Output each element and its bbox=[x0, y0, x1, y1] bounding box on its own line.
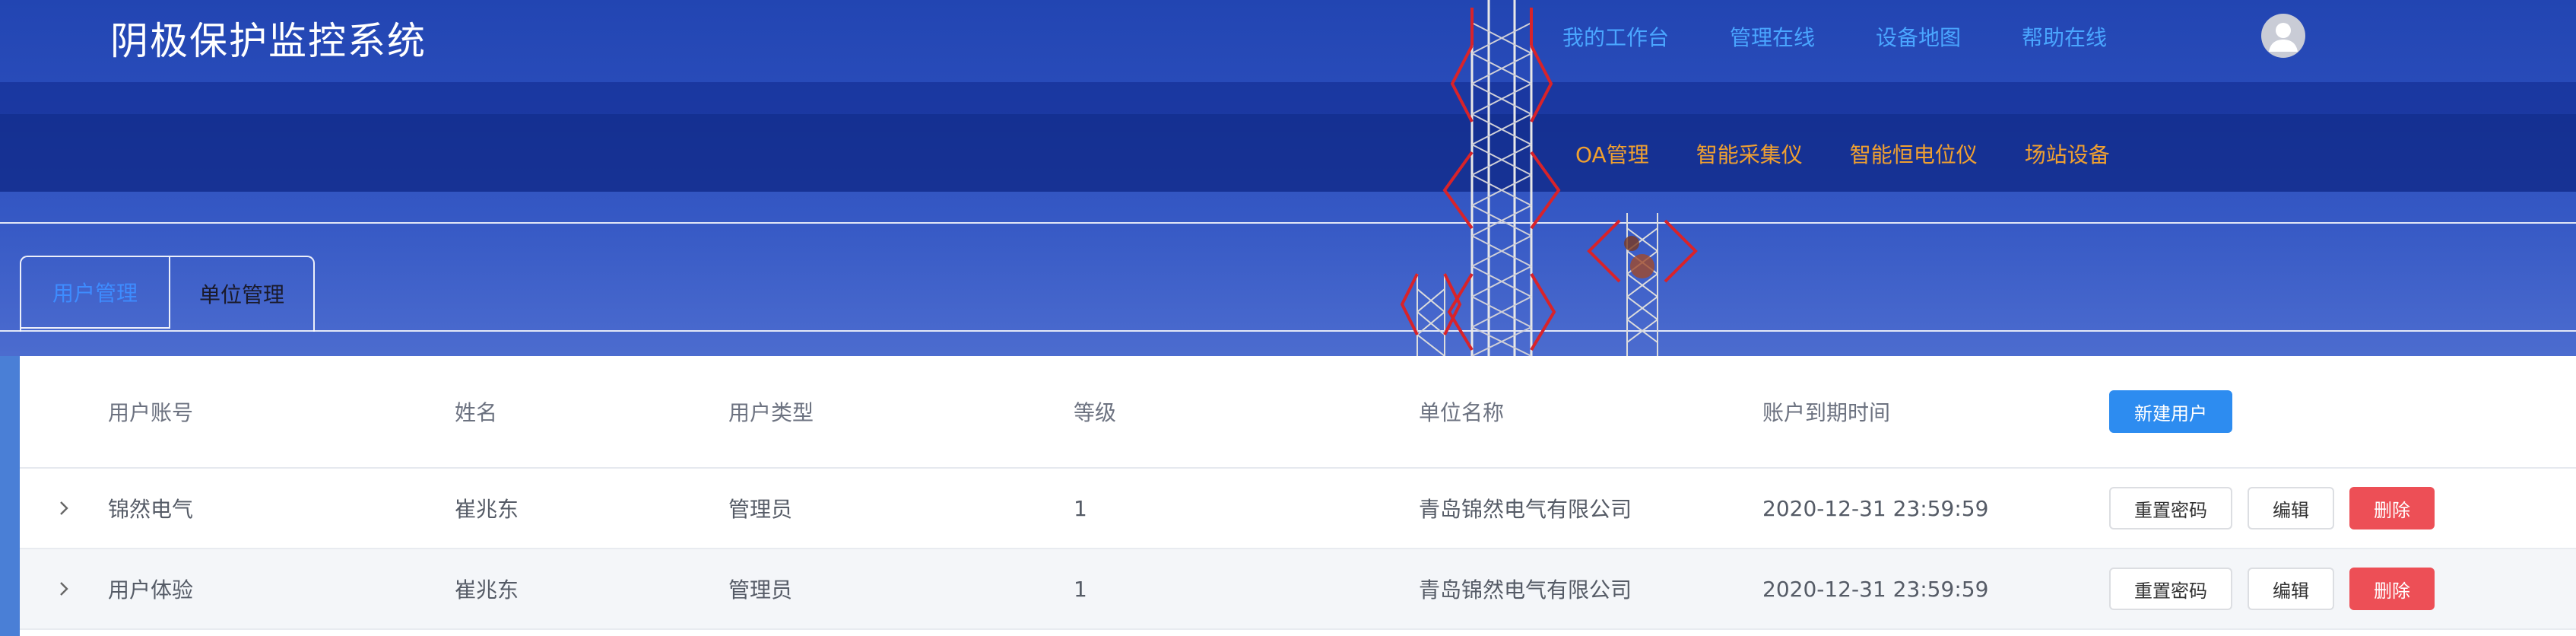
cell-level: 1 bbox=[1074, 576, 1087, 602]
management-tabs: 用户管理 单位管理 bbox=[20, 256, 315, 332]
left-accent-strip bbox=[0, 356, 20, 636]
cell-account: 锦然电气 bbox=[108, 497, 194, 522]
cell-user-type: 管理员 bbox=[728, 497, 793, 522]
subnav-station-equipment[interactable]: 场站设备 bbox=[2025, 138, 2110, 169]
chevron-right-icon bbox=[60, 501, 68, 515]
nav-my-workspace[interactable]: 我的工作台 bbox=[1562, 21, 1669, 52]
expand-row-toggle[interactable] bbox=[50, 469, 78, 548]
cell-user-type: 管理员 bbox=[728, 577, 793, 603]
cell-name: 崔兆东 bbox=[455, 497, 519, 522]
column-header-unit: 单位名称 bbox=[1419, 400, 1505, 425]
expand-row-toggle[interactable] bbox=[50, 549, 78, 628]
header-band bbox=[0, 82, 2576, 114]
sub-nav: OA管理 智能采集仪 智能恒电位仪 场站设备 bbox=[1575, 138, 2110, 169]
cell-account: 用户体验 bbox=[108, 577, 194, 603]
new-user-cell: 新建用户 bbox=[2109, 356, 2248, 467]
nav-management-online[interactable]: 管理在线 bbox=[1730, 21, 1815, 52]
new-user-button[interactable]: 新建用户 bbox=[2109, 390, 2232, 433]
divider-line bbox=[0, 222, 2576, 224]
transmission-tower-image bbox=[1400, 0, 1698, 356]
chevron-right-icon bbox=[60, 582, 68, 596]
column-header-account: 用户账号 bbox=[108, 400, 194, 425]
delete-button[interactable]: 删除 bbox=[2349, 487, 2435, 529]
edit-button[interactable]: 编辑 bbox=[2248, 487, 2334, 529]
cell-unit: 青岛锦然电气有限公司 bbox=[1419, 497, 1632, 522]
user-icon bbox=[2269, 23, 2298, 52]
cell-unit: 青岛锦然电气有限公司 bbox=[1419, 577, 1632, 603]
column-header-user-type: 用户类型 bbox=[728, 400, 814, 425]
table-row: 用户体验 崔兆东 管理员 1 青岛锦然电气有限公司 2020-12-31 23:… bbox=[20, 549, 2576, 630]
app-title: 阴极保护监控系统 bbox=[110, 19, 427, 63]
reset-password-button[interactable]: 重置密码 bbox=[2109, 487, 2232, 529]
subnav-smart-potentiostat[interactable]: 智能恒电位仪 bbox=[1850, 138, 1978, 169]
tab-unit-management[interactable]: 单位管理 bbox=[170, 257, 313, 330]
delete-button[interactable]: 删除 bbox=[2349, 568, 2435, 610]
divider-line bbox=[0, 330, 2576, 332]
table-row: 锦然电气 崔兆东 管理员 1 青岛锦然电气有限公司 2020-12-31 23:… bbox=[20, 469, 2576, 549]
subnav-smart-collector[interactable]: 智能采集仪 bbox=[1696, 138, 1803, 169]
cell-expiry: 2020-12-31 23:59:59 bbox=[1762, 576, 1989, 602]
subnav-band bbox=[0, 114, 2576, 192]
tab-user-management[interactable]: 用户管理 bbox=[21, 257, 170, 329]
column-header-level: 等级 bbox=[1074, 400, 1117, 425]
cell-name: 崔兆东 bbox=[455, 577, 519, 603]
table-header-row: 用户账号 姓名 用户类型 等级 单位名称 账户到期时间 新建用户 bbox=[20, 356, 2576, 469]
nav-device-map[interactable]: 设备地图 bbox=[1876, 21, 1961, 52]
edit-button[interactable]: 编辑 bbox=[2248, 568, 2334, 610]
column-header-name: 姓名 bbox=[455, 400, 498, 425]
row-actions: 重置密码 编辑 删除 bbox=[2109, 469, 2450, 548]
cell-level: 1 bbox=[1074, 495, 1087, 521]
row-actions: 重置密码 编辑 删除 bbox=[2109, 549, 2450, 628]
top-nav: 我的工作台 管理在线 设备地图 帮助在线 bbox=[1562, 21, 2107, 52]
cell-expiry: 2020-12-31 23:59:59 bbox=[1762, 495, 1989, 521]
nav-help-online[interactable]: 帮助在线 bbox=[2022, 21, 2107, 52]
user-avatar[interactable] bbox=[2261, 14, 2305, 58]
reset-password-button[interactable]: 重置密码 bbox=[2109, 568, 2232, 610]
subnav-oa-management[interactable]: OA管理 bbox=[1575, 138, 1649, 169]
column-header-expiry: 账户到期时间 bbox=[1762, 400, 1891, 425]
user-table: 用户账号 姓名 用户类型 等级 单位名称 账户到期时间 新建用户 锦然电气 崔兆… bbox=[20, 356, 2576, 636]
